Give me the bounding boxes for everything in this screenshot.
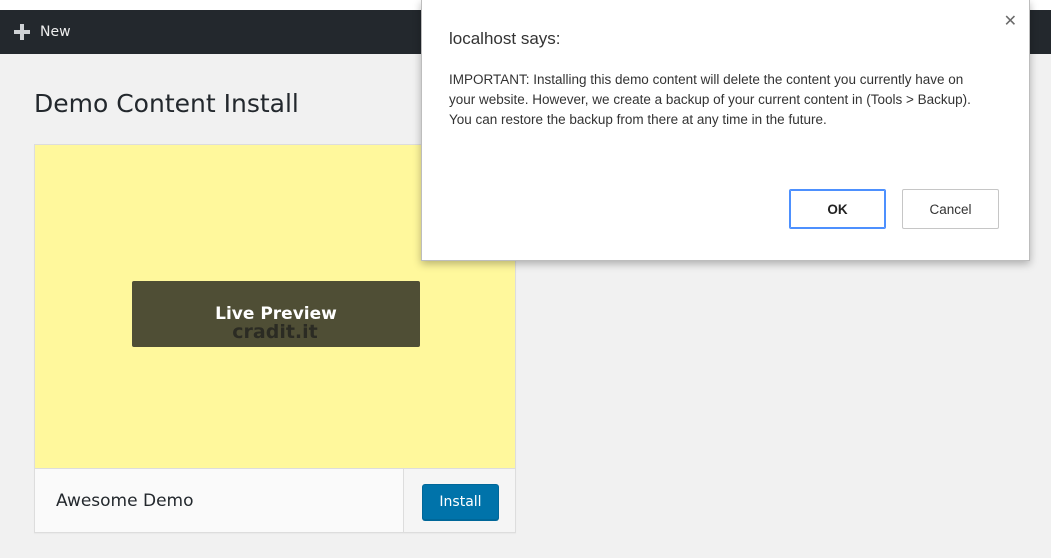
confirm-dialog: ✕ localhost says: IMPORTANT: Installing … bbox=[421, 0, 1030, 261]
dialog-message: IMPORTANT: Installing this demo content … bbox=[449, 72, 971, 127]
close-icon[interactable]: ✕ bbox=[1004, 14, 1017, 30]
theme-footer: Awesome Demo Install bbox=[35, 468, 515, 532]
live-preview-button[interactable]: Live Preview bbox=[132, 281, 420, 347]
install-button[interactable]: Install bbox=[422, 484, 499, 520]
theme-name: Awesome Demo bbox=[56, 490, 194, 511]
cancel-button[interactable]: Cancel bbox=[902, 189, 999, 229]
plus-icon bbox=[14, 24, 30, 40]
page-title: Demo Content Install bbox=[34, 89, 299, 118]
ok-button[interactable]: OK bbox=[789, 189, 886, 229]
new-content-label: New bbox=[40, 24, 71, 40]
theme-actions: Install bbox=[403, 469, 515, 532]
dialog-title: localhost says: bbox=[449, 29, 561, 48]
new-content-button[interactable]: New bbox=[14, 10, 71, 54]
